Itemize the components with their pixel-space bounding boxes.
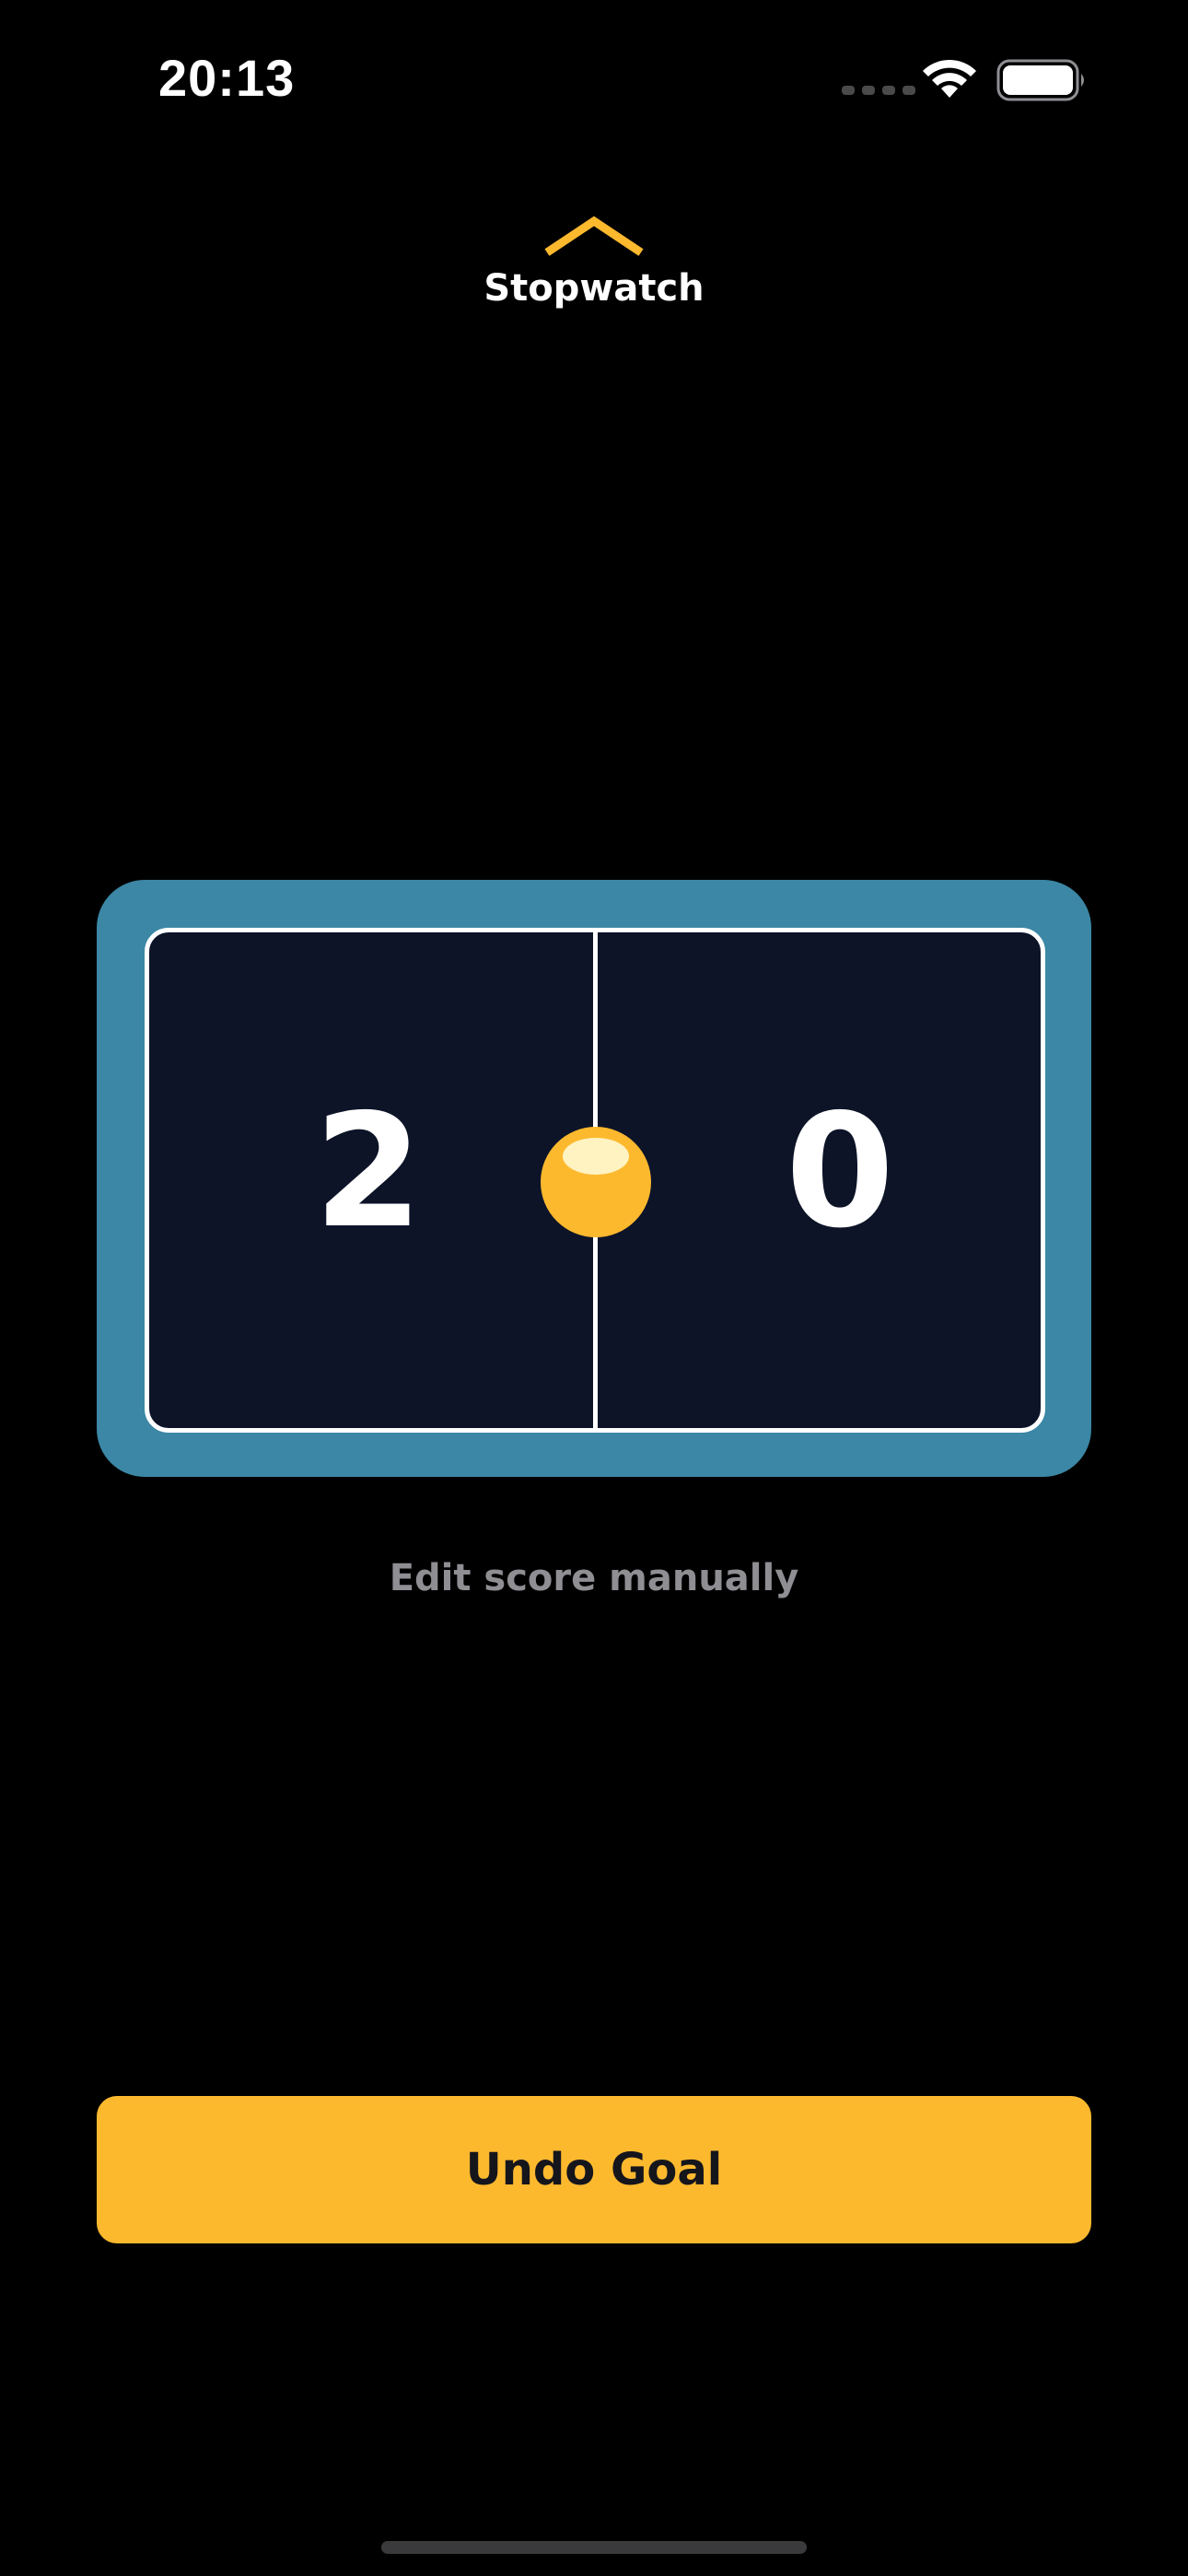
wifi-icon [923, 59, 976, 98]
cellular-signal-icon [842, 86, 915, 95]
page-title[interactable]: Stopwatch [0, 267, 1188, 310]
ball-icon [541, 1127, 651, 1237]
scoreboard: 2 0 [97, 880, 1091, 1477]
home-indicator[interactable] [381, 2541, 807, 2554]
status-time: 20:13 [158, 49, 296, 107]
home-score[interactable]: 2 [230, 1080, 507, 1264]
undo-goal-label: Undo Goal [465, 2144, 723, 2195]
chevron-up-icon[interactable] [543, 214, 645, 258]
undo-goal-button[interactable]: Undo Goal [97, 2096, 1091, 2243]
scoreboard-field: 2 0 [145, 928, 1045, 1433]
away-score[interactable]: 0 [702, 1080, 978, 1264]
edit-score-link[interactable]: Edit score manually [0, 1557, 1188, 1599]
battery-icon [996, 59, 1084, 101]
